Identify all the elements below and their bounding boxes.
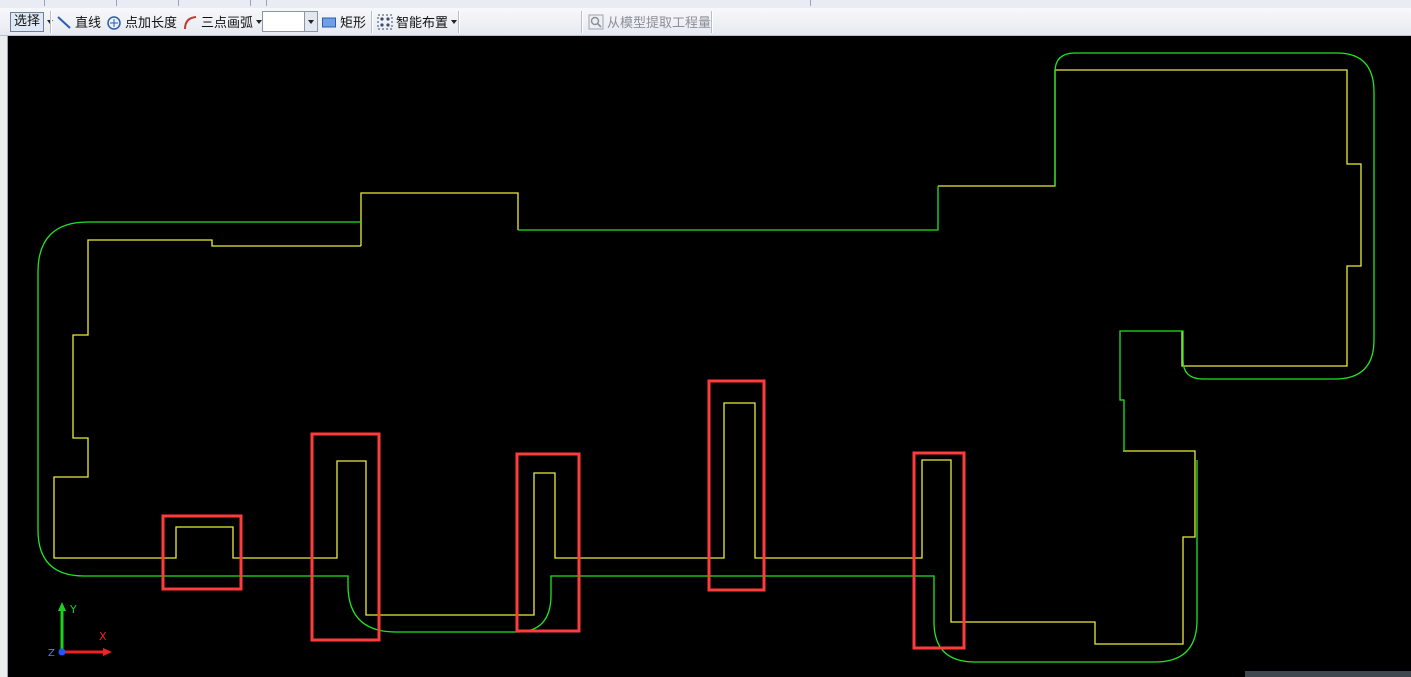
drawing-toolbar: 选择 直线 点加长度 三点画弧 矩形 智能布置 从模型提取工程量 — [0, 8, 1411, 36]
drawing-canvas[interactable]: Y X Z — [8, 36, 1411, 677]
x-axis-label: X — [99, 630, 107, 643]
smart-layout-button[interactable]: 智能布置 — [377, 11, 458, 32]
combo-dropdown-button[interactable] — [304, 12, 317, 31]
select-dropdown[interactable]: 选择 — [0, 11, 54, 32]
status-strip — [1245, 671, 1411, 677]
select-label: 选择 — [10, 11, 45, 32]
three-point-arc-label: 三点画弧 — [201, 16, 254, 31]
three-point-arc-button[interactable]: 三点画弧 — [182, 11, 263, 32]
line-button-label: 直线 — [75, 16, 102, 31]
extract-label: 从模型提取工程量 — [607, 16, 712, 31]
z-axis-origin — [58, 648, 66, 656]
dropdown-arrow-icon — [451, 19, 458, 24]
y-axis-label: Y — [69, 603, 77, 616]
toolbar-separator — [711, 11, 713, 33]
point-length-label: 点加长度 — [125, 16, 178, 31]
arc-param-input[interactable] — [262, 11, 318, 32]
toolbar-separator — [371, 11, 373, 33]
line-icon — [56, 14, 72, 30]
left-panel-edge[interactable] — [0, 36, 8, 677]
extract-icon — [588, 14, 604, 30]
arc-icon — [182, 14, 198, 30]
toolbar-separator — [581, 11, 583, 33]
smart-layout-icon — [377, 14, 393, 30]
rectangle-button[interactable]: 矩形 — [321, 11, 366, 32]
point-length-button[interactable]: 点加长度 — [106, 11, 177, 32]
extract-from-model-button[interactable]: 从模型提取工程量 — [588, 11, 711, 32]
rectangle-label: 矩形 — [340, 16, 367, 31]
arc-param-combo[interactable] — [262, 11, 318, 32]
toolbar-separator — [458, 11, 460, 33]
smart-layout-label: 智能布置 — [396, 16, 449, 31]
line-button[interactable]: 直线 — [56, 11, 101, 32]
point-length-icon — [106, 14, 122, 30]
rectangle-icon — [321, 14, 337, 30]
z-axis-label: Z — [48, 648, 55, 659]
chevron-down-icon — [308, 19, 314, 24]
toolbar-separator — [50, 11, 52, 33]
